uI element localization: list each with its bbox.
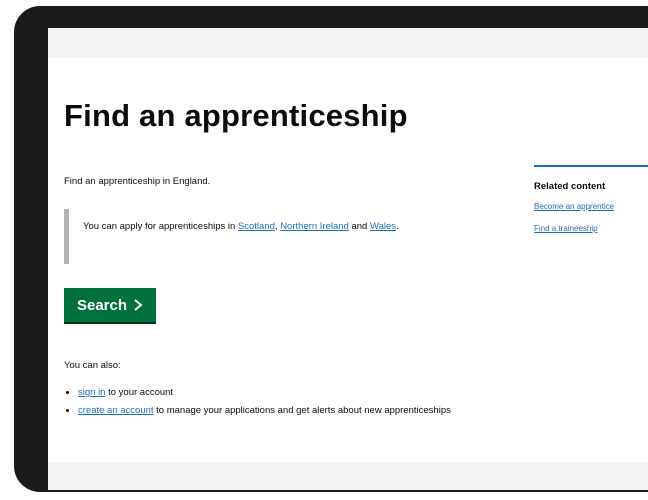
tablet-frame: Find an apprenticeship Find an apprentic… — [14, 6, 648, 492]
create-account-text: to manage your applications and get aler… — [153, 405, 451, 416]
related-content: Related content Become an apprentice Fin… — [534, 165, 648, 246]
scotland-link[interactable]: Scotland — [238, 221, 275, 232]
create-account-link[interactable]: create an account — [78, 405, 154, 416]
inset-prefix: You can apply for apprenticeships in — [83, 221, 238, 232]
footer-band — [48, 462, 648, 490]
search-button[interactable]: Search — [64, 288, 156, 322]
page-title: Find an apprenticeship — [64, 98, 408, 133]
tablet-screen: Find an apprenticeship Find an apprentic… — [48, 28, 648, 490]
related-heading: Related content — [534, 181, 606, 192]
main-content: Find an apprenticeship Find an apprentic… — [48, 58, 648, 462]
chevron-right-icon — [134, 299, 143, 311]
options-list: sign in to your account create an accoun… — [64, 386, 518, 422]
lead-text: Find an apprenticeship in England. — [64, 176, 211, 187]
wales-link[interactable]: Wales — [370, 221, 396, 232]
inset-paragraph: You can apply for apprenticeships in Sco… — [83, 219, 483, 234]
sign-in-link[interactable]: sign in — [78, 387, 105, 398]
search-button-label: Search — [76, 296, 128, 314]
related-link-become-apprentice[interactable]: Become an apprentice — [534, 202, 648, 211]
inset-suffix: . — [396, 221, 399, 232]
inset-text: You can apply for apprenticeships in Sco… — [64, 209, 488, 264]
list-item: create an account to manage your applica… — [78, 404, 518, 418]
sign-in-text: to your account — [105, 387, 174, 398]
list-item: sign in to your account — [78, 386, 518, 400]
related-link-find-traineeship[interactable]: Find a traineeship — [534, 224, 648, 233]
inset-separator-2: and — [348, 221, 370, 232]
also-heading: You can also: — [64, 360, 121, 371]
northern-ireland-link[interactable]: Northern Ireland — [280, 221, 349, 232]
